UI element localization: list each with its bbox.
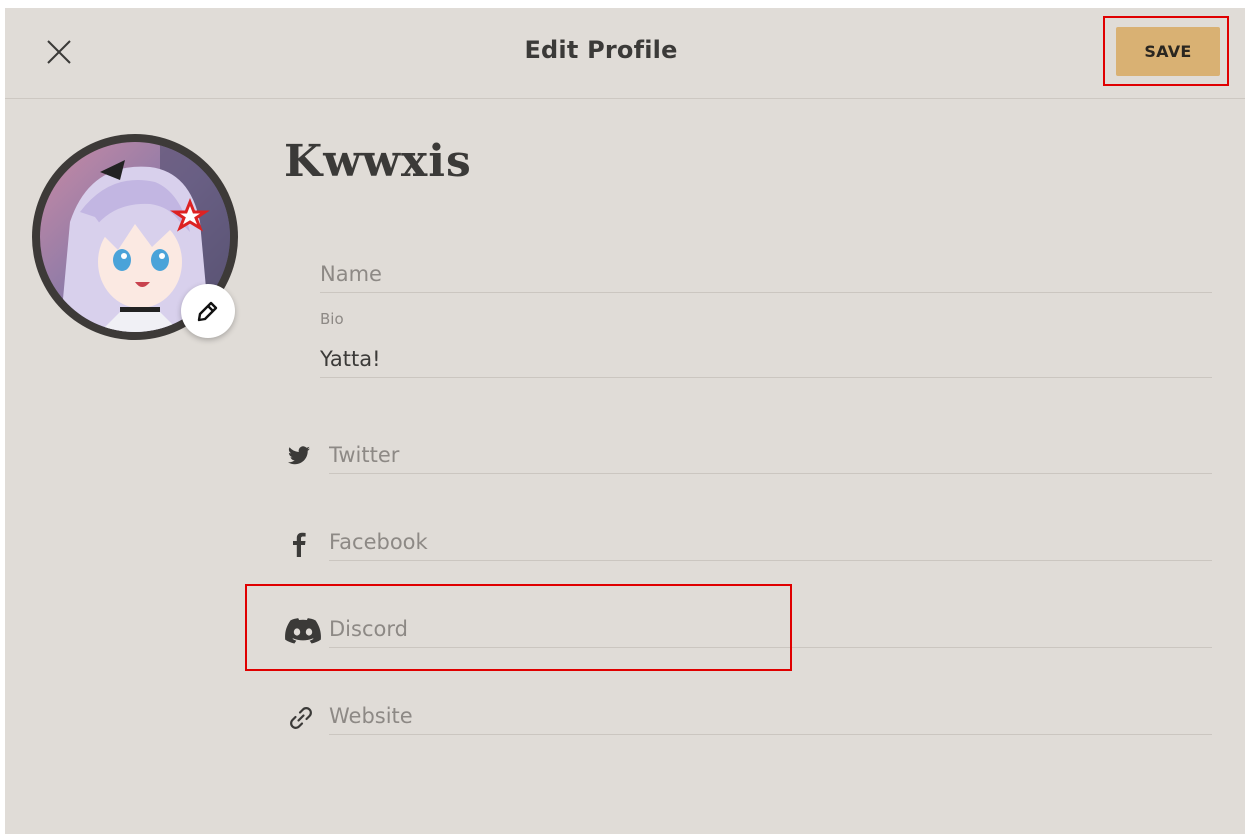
website-input[interactable] — [329, 704, 1199, 728]
bio-label: Bio — [320, 310, 344, 328]
edit-avatar-button[interactable] — [181, 284, 235, 338]
website-field — [329, 695, 1212, 735]
facebook-icon — [293, 532, 306, 557]
discord-icon — [285, 618, 321, 644]
twitter-input[interactable] — [329, 443, 1199, 467]
pencil-icon — [197, 301, 218, 322]
discord-field — [329, 608, 1212, 648]
twitter-icon — [288, 446, 310, 465]
edit-profile-dialog: Edit Profile SAVE Kwwxis Name Bio Yatta!… — [5, 8, 1245, 834]
facebook-input[interactable] — [329, 530, 1199, 554]
bio-input[interactable] — [320, 347, 1200, 371]
discord-input[interactable] — [329, 617, 1199, 641]
twitter-field — [329, 434, 1212, 474]
link-icon — [290, 707, 312, 729]
username: Kwwxis — [284, 136, 472, 187]
name-input[interactable] — [320, 262, 1200, 286]
facebook-field — [329, 521, 1212, 561]
save-button[interactable]: SAVE — [1116, 27, 1220, 76]
dialog-header: Edit Profile SAVE — [5, 8, 1245, 99]
page-title: Edit Profile — [524, 36, 678, 64]
bio-field: Bio — [320, 310, 1212, 378]
name-field — [320, 254, 1212, 293]
